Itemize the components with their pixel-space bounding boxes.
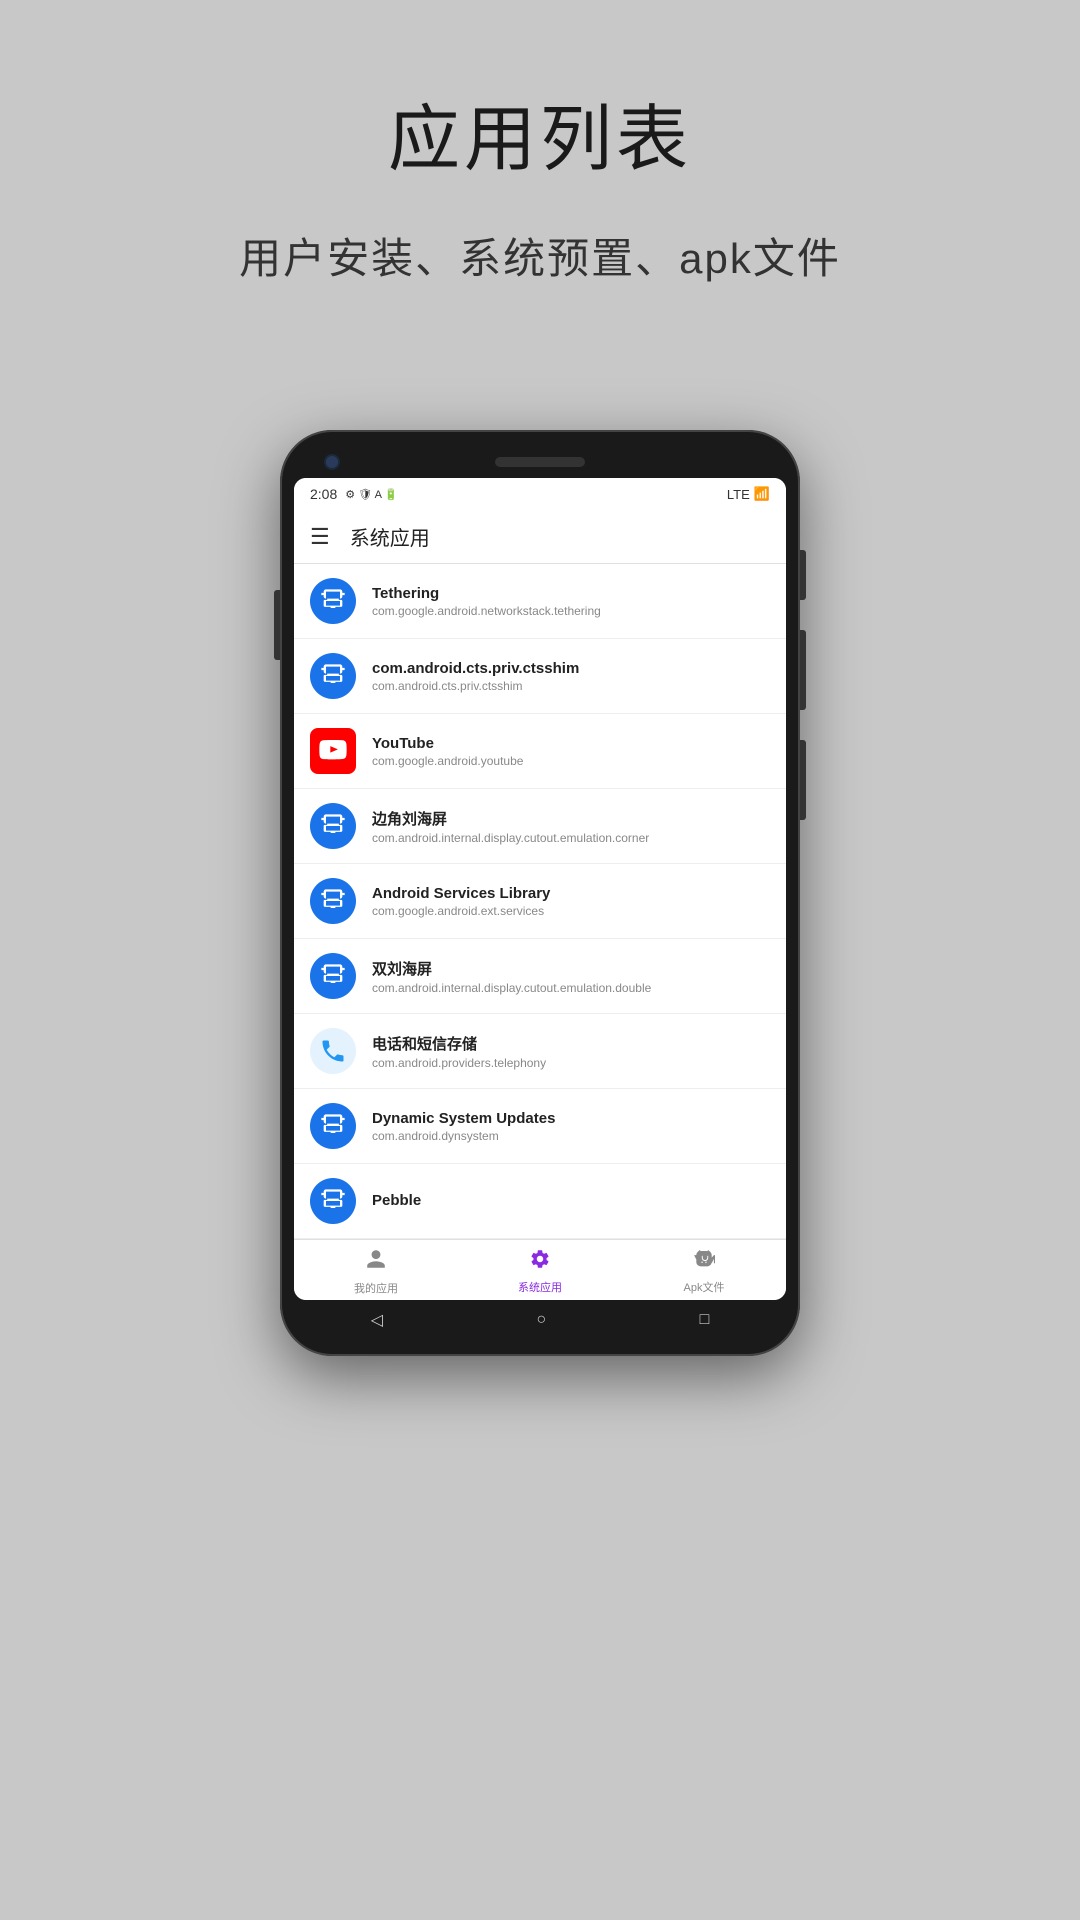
phone-sensor <box>740 454 756 470</box>
phone-mockup: 2:08 ⚙ 🛡 A 🔋 LTE 📶 ☰ 系统应用 <box>280 430 800 1356</box>
app-name: Pebble <box>372 1192 770 1209</box>
app-package: com.android.cts.priv.ctsshim <box>372 679 770 693</box>
app-name: Dynamic System Updates <box>372 1110 770 1127</box>
app-info: Tethering com.google.android.networkstac… <box>372 585 770 618</box>
nav-item-my-apps[interactable]: 我的应用 <box>294 1248 458 1296</box>
app-info: Android Services Library com.google.andr… <box>372 885 770 918</box>
app-icon-telephony <box>310 1028 356 1074</box>
app-icon-dynsystem <box>310 1103 356 1149</box>
app-name: 双刘海屏 <box>372 958 770 979</box>
app-name: 电话和短信存储 <box>372 1033 770 1054</box>
signal-icon: 📶 <box>754 486 770 502</box>
power-button[interactable] <box>800 550 806 600</box>
nav-item-apk-files[interactable]: Apk文件 <box>622 1248 786 1296</box>
app-info: com.android.cts.priv.ctsshim com.android… <box>372 660 770 693</box>
app-package: com.google.android.ext.services <box>372 904 770 918</box>
app-icon-double-cutout <box>310 953 356 999</box>
list-item[interactable]: com.android.cts.priv.ctsshim com.android… <box>294 639 786 714</box>
nav-label-system-apps: 系统应用 <box>518 1279 562 1295</box>
app-list: Tethering com.google.android.networkstac… <box>294 564 786 1239</box>
volume-button[interactable] <box>274 590 280 660</box>
app-info: YouTube com.google.android.youtube <box>372 735 770 768</box>
list-item[interactable]: Android Services Library com.google.andr… <box>294 864 786 939</box>
page-background: 应用列表 用户安装、系统预置、apk文件 2:08 ⚙ <box>0 0 1080 1920</box>
nav-item-system-apps[interactable]: 系统应用 <box>458 1248 622 1296</box>
status-time: 2:08 <box>310 486 337 502</box>
app-bar-title: 系统应用 <box>350 522 430 551</box>
app-package: com.google.android.networkstack.tetherin… <box>372 604 770 618</box>
nav-label-my-apps: 我的应用 <box>354 1280 398 1296</box>
gear-icon <box>529 1248 551 1275</box>
app-name: 边角刘海屏 <box>372 808 770 829</box>
page-title: 应用列表 <box>0 80 1080 185</box>
app-name: com.android.cts.priv.ctsshim <box>372 660 770 677</box>
app-name: YouTube <box>372 735 770 752</box>
back-button[interactable]: ◁ <box>371 1310 383 1330</box>
volume-up-button[interactable] <box>800 630 806 710</box>
list-item[interactable]: Tethering com.google.android.networkstac… <box>294 564 786 639</box>
list-item[interactable]: Pebble <box>294 1164 786 1239</box>
phone-speaker <box>495 457 585 467</box>
list-item[interactable]: YouTube com.google.android.youtube <box>294 714 786 789</box>
volume-down-button[interactable] <box>800 740 806 820</box>
app-bar: ☰ 系统应用 <box>294 510 786 564</box>
app-info: 电话和短信存储 com.android.providers.telephony <box>372 1033 770 1070</box>
app-info: Dynamic System Updates com.android.dynsy… <box>372 1110 770 1143</box>
person-icon <box>365 1248 387 1276</box>
list-item[interactable]: 双刘海屏 com.android.internal.display.cutout… <box>294 939 786 1014</box>
app-icon-youtube <box>310 728 356 774</box>
list-item[interactable]: 边角刘海屏 com.android.internal.display.cutou… <box>294 789 786 864</box>
app-package: com.android.internal.display.cutout.emul… <box>372 981 770 995</box>
home-button[interactable]: ○ <box>536 1311 546 1329</box>
page-subtitle: 用户安装、系统预置、apk文件 <box>0 225 1080 286</box>
app-icon-corner <box>310 803 356 849</box>
phone-screen: 2:08 ⚙ 🛡 A 🔋 LTE 📶 ☰ 系统应用 <box>294 478 786 1300</box>
nav-label-apk-files: Apk文件 <box>684 1279 725 1295</box>
front-camera <box>324 454 340 470</box>
app-package: com.google.android.youtube <box>372 754 770 768</box>
app-info: Pebble <box>372 1192 770 1211</box>
bottom-nav: 我的应用 系统应用 <box>294 1239 786 1300</box>
status-left: 2:08 ⚙ 🛡 A 🔋 <box>310 486 398 502</box>
list-item[interactable]: Dynamic System Updates com.android.dynsy… <box>294 1089 786 1164</box>
app-package: com.android.internal.display.cutout.emul… <box>372 831 770 845</box>
app-icon-pebble <box>310 1178 356 1224</box>
network-type: LTE <box>727 487 750 502</box>
status-bar: 2:08 ⚙ 🛡 A 🔋 LTE 📶 <box>294 478 786 510</box>
app-package: com.android.providers.telephony <box>372 1056 770 1070</box>
hamburger-menu[interactable]: ☰ <box>310 526 330 548</box>
app-package: com.android.dynsystem <box>372 1129 770 1143</box>
app-name: Tethering <box>372 585 770 602</box>
app-icon-android-services <box>310 878 356 924</box>
page-header: 应用列表 用户安装、系统预置、apk文件 <box>0 0 1080 286</box>
android-icon <box>693 1248 715 1275</box>
app-icon-tethering <box>310 578 356 624</box>
status-right: LTE 📶 <box>727 486 770 502</box>
status-icons: ⚙ 🛡 A 🔋 <box>345 488 398 501</box>
app-name: Android Services Library <box>372 885 770 902</box>
app-icon-ctsshim <box>310 653 356 699</box>
phone-top-bezel <box>294 444 786 478</box>
app-info: 边角刘海屏 com.android.internal.display.cutou… <box>372 808 770 845</box>
recents-button[interactable]: □ <box>700 1311 710 1329</box>
system-navbar: ◁ ○ □ <box>294 1300 786 1342</box>
list-item[interactable]: 电话和短信存储 com.android.providers.telephony <box>294 1014 786 1089</box>
app-info: 双刘海屏 com.android.internal.display.cutout… <box>372 958 770 995</box>
